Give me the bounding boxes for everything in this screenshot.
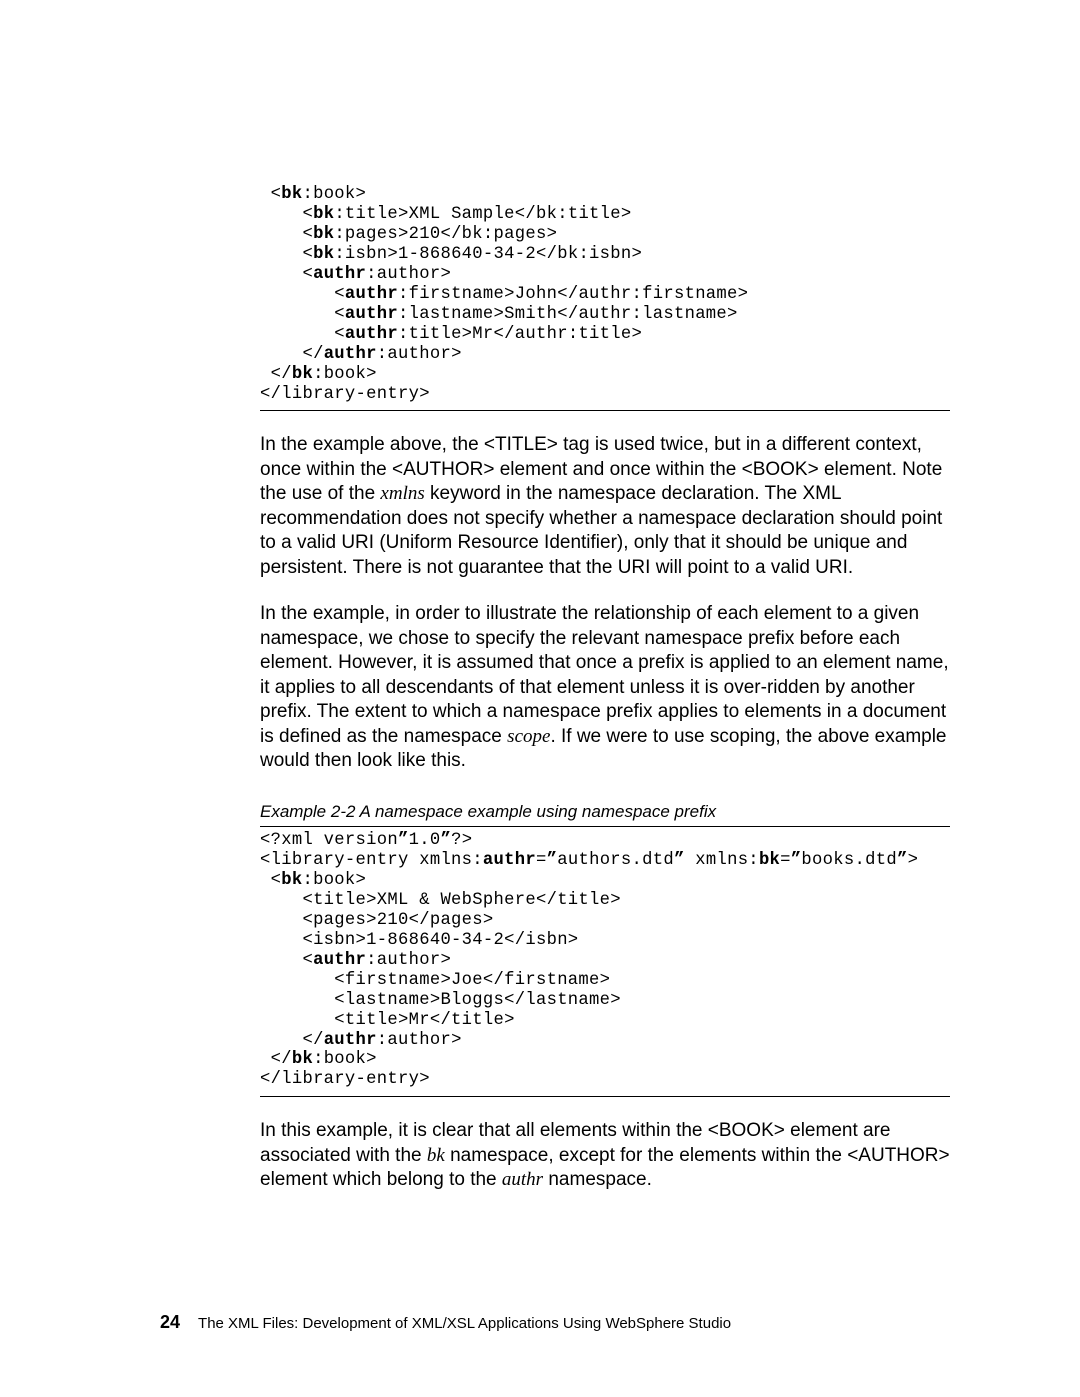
paragraph-1: In the example above, the <TITLE> tag is…: [260, 433, 950, 580]
paragraph-2: In the example, in order to illustrate t…: [260, 602, 950, 774]
document-page: <bk:book> <bk:title>XML Sample</bk:title…: [0, 0, 1080, 1397]
rule-1: [260, 410, 950, 411]
rule-3: [260, 1096, 950, 1097]
page-number: 24: [160, 1312, 180, 1332]
code-block-2: <?xml version”1.0”?> <library-entry xmln…: [260, 831, 950, 1090]
text: namespace.: [543, 1169, 652, 1190]
emphasis: xmlns: [380, 483, 424, 504]
rule-2: [260, 826, 950, 827]
emphasis: bk: [427, 1145, 445, 1166]
page-footer: 24 The XML Files: Development of XML/XSL …: [160, 1312, 731, 1333]
paragraph-3: In this example, it is clear that all el…: [260, 1119, 950, 1193]
footer-title: The XML Files: Development of XML/XSL Ap…: [198, 1315, 731, 1332]
example-caption: Example 2-2 A namespace example using na…: [260, 802, 950, 822]
code-block-1: <bk:book> <bk:title>XML Sample</bk:title…: [260, 185, 950, 404]
emphasis: scope: [507, 726, 550, 747]
emphasis: authr: [502, 1169, 543, 1190]
